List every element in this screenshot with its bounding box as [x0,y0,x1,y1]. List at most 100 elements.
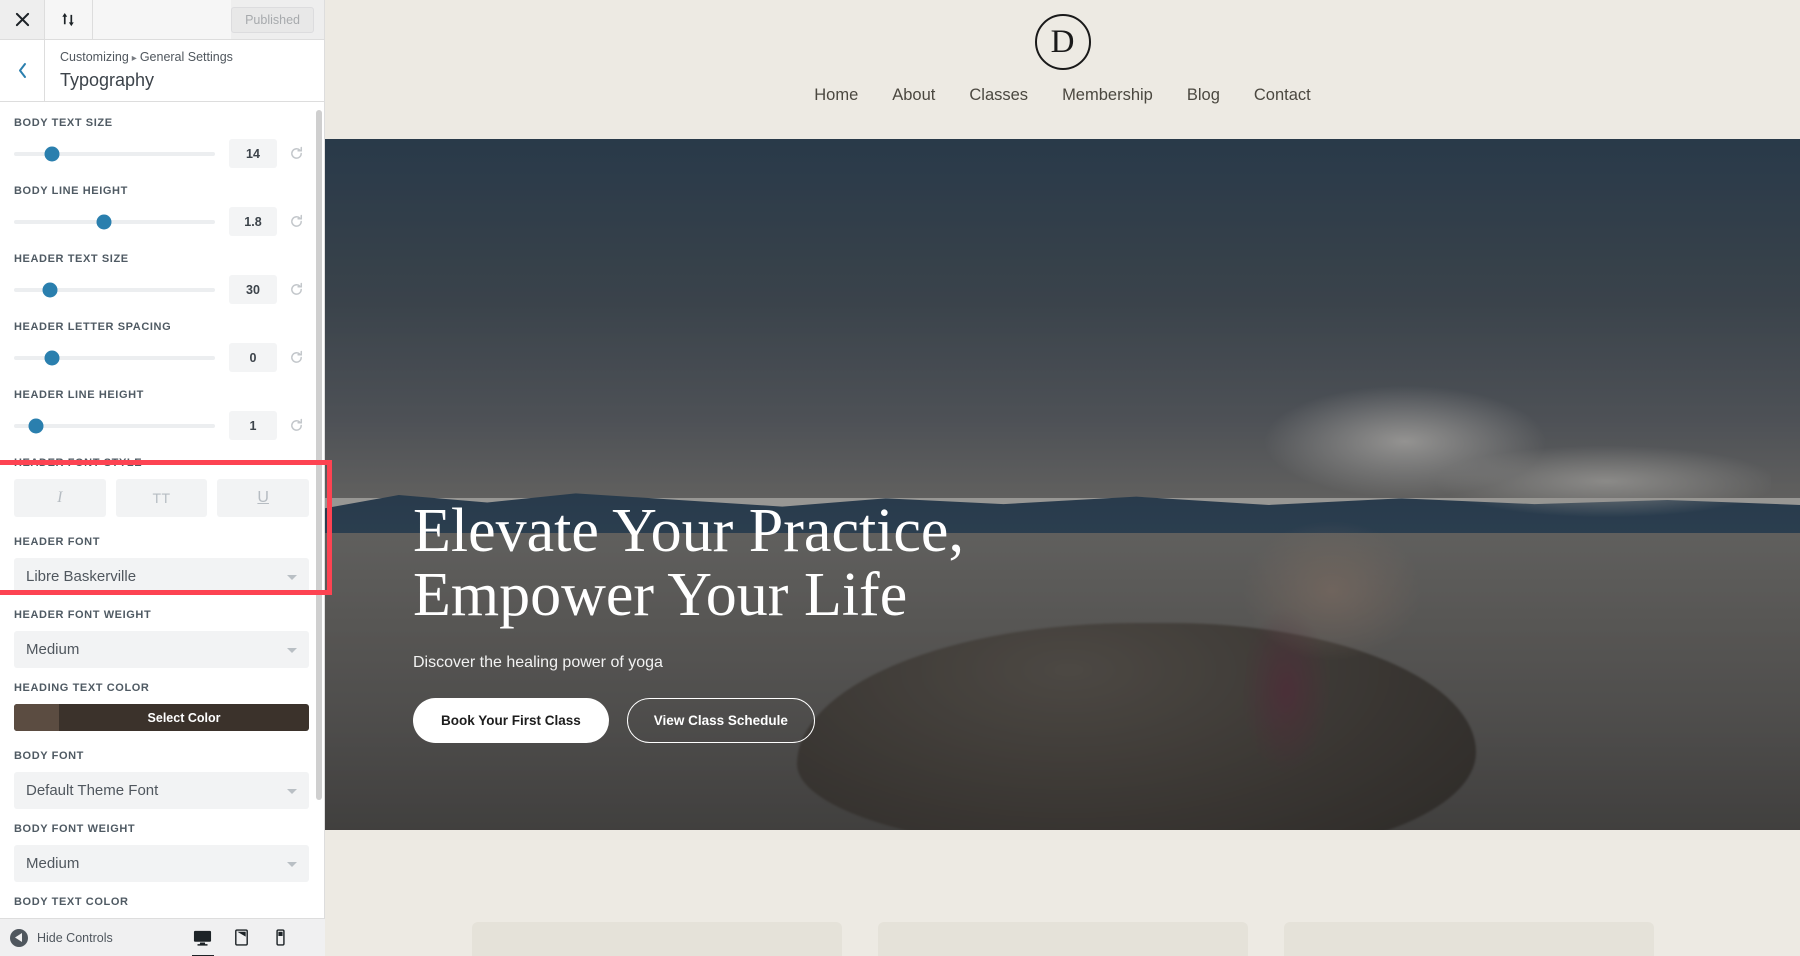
hero-heading: Elevate Your Practice, Empower Your Life [413,499,964,628]
slider-handle[interactable] [42,282,58,297]
header-font-weight-value: Medium [26,641,80,658]
slider-value-input[interactable]: 0 [229,343,277,372]
chevron-down-icon [287,861,297,867]
slider-track[interactable] [14,282,215,297]
feature-cards-strip [325,830,1800,956]
control-body-text-size: BODY TEXT SIZE 14 [14,117,309,168]
header-font-weight-select[interactable]: Medium [14,631,309,668]
chevron-down-icon [287,574,297,580]
customizer-panel: Published Customizing ▸ General Settings T… [0,0,332,956]
control-label: HEADER TEXT SIZE [14,253,129,265]
feature-card[interactable] [877,922,1248,956]
control-label: HEADER FONT WEIGHT [14,609,152,621]
slider-value-input[interactable]: 14 [229,139,277,168]
control-header-font-weight: HEADER FONT WEIGHT Medium [14,609,309,668]
control-label: BODY LINE HEIGHT [14,185,128,197]
reset-icon[interactable] [283,350,309,365]
book-first-class-button[interactable]: Book Your First Class [413,697,609,743]
font-style-button-group: I TT U [14,479,310,517]
collapse-toggle-icon[interactable] [45,0,93,39]
reset-icon[interactable] [283,146,309,161]
control-label: BODY TEXT COLOR [14,896,129,908]
hide-controls-label: Hide Controls [37,930,113,945]
hero-section: Elevate Your Practice, Empower Your Life… [325,139,1800,830]
control-header-font-style: HEADER FONT STYLE I TT U [14,457,310,517]
site-logo[interactable]: D [1034,14,1091,70]
breadcrumb-and-title: Customizing ▸ General Settings Typography [45,40,233,101]
select-color-label: Select Color [147,710,221,725]
nav-item-home[interactable]: Home [814,86,858,105]
mobile-preview-icon[interactable] [271,928,290,947]
breadcrumb: Customizing ▸ General Settings [60,49,233,67]
hero-heading-line-1: Elevate Your Practice, [413,497,964,565]
body-font-weight-value: Medium [26,855,80,872]
reset-icon[interactable] [283,214,309,229]
slider-row: 0 [14,343,309,372]
control-header-letter-spacing: HEADER LETTER SPACING 0 [14,321,309,372]
slider-row: 30 [14,275,309,304]
reset-icon[interactable] [283,418,309,433]
slider-track[interactable] [14,418,215,433]
view-class-schedule-button[interactable]: View Class Schedule [626,697,815,743]
control-heading-text-color: HEADING TEXT COLOR Select Color [14,682,309,731]
slider-row: 1 [14,411,309,440]
customizer-topbar: Published [0,0,324,40]
slider-track[interactable] [14,350,215,365]
control-header-font: HEADER FONT Libre Baskerville [14,536,309,595]
control-label: HEADER FONT STYLE [14,457,143,469]
body-font-value: Default Theme Font [26,782,159,799]
slider-row: 14 [14,139,309,168]
control-header-text-size: HEADER TEXT SIZE 30 [14,253,309,304]
hero-cta-group: Book Your First Class View Class Schedul… [413,697,964,743]
slider-track[interactable] [14,146,215,161]
control-label: BODY FONT WEIGHT [14,823,136,835]
feature-card[interactable] [1283,922,1654,956]
header-font-value: Libre Baskerville [26,568,137,585]
slider-row: 1.8 [14,207,309,236]
control-label: HEADER LETTER SPACING [14,321,172,333]
control-header-line-height: HEADER LINE HEIGHT 1 [14,389,309,440]
customizer-bottom-bar: Hide Controls [0,918,325,956]
collapse-arrow-icon [10,928,28,947]
slider-handle[interactable] [28,418,44,433]
slider-value-input[interactable]: 30 [229,275,277,304]
slider-value-input[interactable]: 1 [229,411,277,440]
body-font-select[interactable]: Default Theme Font [14,772,309,809]
hide-controls-button[interactable]: Hide Controls [10,928,113,947]
close-icon[interactable] [0,0,45,39]
chevron-left-icon[interactable] [0,40,45,101]
header-font-select[interactable]: Libre Baskerville [14,558,309,595]
nav-item-about[interactable]: About [892,86,935,105]
nav-item-blog[interactable]: Blog [1187,86,1220,105]
customizer-screen: Published Customizing ▸ General Settings T… [0,0,1800,956]
site-preview: D Home About Classes Membership Blog Con… [325,0,1800,956]
control-body-line-height: BODY LINE HEIGHT 1.8 [14,185,309,236]
slider-handle[interactable] [96,214,112,229]
desktop-preview-icon[interactable] [193,928,212,947]
reset-icon[interactable] [283,282,309,297]
hero-content: Elevate Your Practice, Empower Your Life… [413,499,964,743]
publish-button[interactable]: Published [231,6,314,33]
italic-button[interactable]: I [14,479,106,517]
tablet-preview-icon[interactable] [232,928,251,947]
underline-button[interactable]: U [217,479,310,517]
control-body-text-color: BODY TEXT COLOR Select Color [14,896,309,918]
control-label: HEADER LINE HEIGHT [14,389,144,401]
slider-value-input[interactable]: 1.8 [229,207,277,236]
slider-handle[interactable] [44,350,60,365]
heading-text-color-button[interactable]: Select Color [14,704,309,731]
slider-track[interactable] [14,214,215,229]
site-header: D Home About Classes Membership Blog Con… [325,0,1800,139]
control-body-font-weight: BODY FONT WEIGHT Medium [14,823,309,882]
nav-item-contact[interactable]: Contact [1254,86,1311,105]
feature-card[interactable] [471,922,842,956]
customizer-section-header: Customizing ▸ General Settings Typography [0,40,324,102]
customizer-scrollbar[interactable] [316,110,322,800]
uppercase-button[interactable]: TT [115,479,208,517]
nav-item-classes[interactable]: Classes [969,86,1028,105]
breadcrumb-section: General Settings [139,50,233,64]
body-font-weight-select[interactable]: Medium [14,845,309,882]
nav-item-membership[interactable]: Membership [1062,86,1153,105]
breadcrumb-separator: ▸ [131,53,137,64]
slider-handle[interactable] [44,146,60,161]
